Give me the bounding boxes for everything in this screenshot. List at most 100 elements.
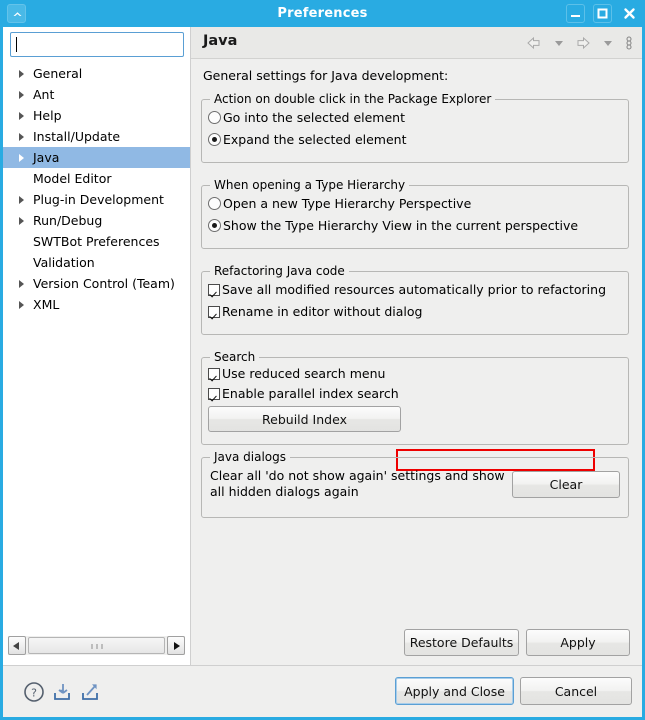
back-dropdown-icon [554, 41, 563, 46]
sidebar-item-install-update[interactable]: Install/Update [3, 126, 190, 147]
view-menu-button[interactable] [624, 34, 634, 52]
radio-show-type-hierarchy-view[interactable]: Show the Type Hierarchy View in the curr… [208, 216, 578, 235]
back-button[interactable] [525, 34, 543, 52]
chevron-right-icon[interactable] [19, 154, 24, 162]
sidebar-item-plug-in-development[interactable]: Plug-in Development [3, 189, 190, 210]
group-title: When opening a Type Hierarchy [210, 178, 410, 192]
restore-defaults-button[interactable]: Restore Defaults [404, 629, 519, 656]
sidebar-item-model-editor[interactable]: Model Editor [3, 168, 190, 189]
maximize-icon [597, 8, 608, 19]
apply-button[interactable]: Apply [526, 629, 630, 656]
group-double-click-action: Action on double click in the Package Ex… [201, 92, 629, 163]
scroll-right-icon[interactable] [167, 636, 185, 655]
sidebar-item-xml[interactable]: XML [3, 294, 190, 315]
checkbox-icon[interactable] [208, 388, 220, 400]
java-dialogs-description: Clear all 'do not show again' settings a… [210, 468, 505, 500]
checkbox-icon[interactable] [208, 306, 220, 318]
close-button[interactable] [620, 4, 639, 23]
checkbox-enable-parallel-index-search[interactable]: Enable parallel index search [208, 384, 399, 403]
sidebar: General Ant Help Install/Update Java Mod… [3, 27, 191, 665]
group-title: Action on double click in the Package Ex… [210, 92, 496, 106]
group-title: Search [210, 350, 260, 364]
sidebar-item-swtbot-preferences[interactable]: SWTBot Preferences [3, 231, 190, 252]
scrollbar-grip [90, 644, 103, 649]
sidebar-item-label: SWTBot Preferences [33, 234, 160, 249]
cancel-button[interactable]: Cancel [520, 677, 632, 705]
maximize-button[interactable] [593, 4, 613, 23]
sidebar-item-java[interactable]: Java [3, 147, 190, 168]
apply-and-close-button[interactable]: Apply and Close [395, 677, 514, 705]
sidebar-item-ant[interactable]: Ant [3, 84, 190, 105]
sidebar-item-label: XML [33, 297, 60, 312]
radio-icon[interactable] [208, 133, 221, 146]
forward-button[interactable] [574, 34, 592, 52]
rebuild-index-button[interactable]: Rebuild Index [208, 406, 401, 432]
minimize-button[interactable] [566, 4, 586, 23]
window-title: Preferences [277, 6, 368, 21]
page-header: Java [191, 27, 642, 59]
scrollbar-thumb[interactable] [28, 637, 165, 654]
radio-go-into-selected-element[interactable]: Go into the selected element [208, 108, 405, 127]
chevron-right-icon[interactable] [19, 91, 24, 99]
title-bar: Preferences [0, 0, 645, 27]
sidebar-item-version-control-team[interactable]: Version Control (Team) [3, 273, 190, 294]
chevron-right-icon[interactable] [19, 112, 24, 120]
dialog-body: General Ant Help Install/Update Java Mod… [3, 27, 642, 665]
sidebar-item-label: Java [33, 150, 60, 165]
sidebar-horizontal-scrollbar[interactable] [8, 636, 185, 655]
checkbox-icon[interactable] [208, 368, 220, 380]
group-java-dialogs: Java dialogs Clear all 'do not show agai… [201, 450, 629, 518]
checkbox-label: Rename in editor without dialog [222, 304, 423, 319]
sidebar-item-label: Model Editor [33, 171, 112, 186]
checkbox-use-reduced-search-menu[interactable]: Use reduced search menu [208, 364, 385, 383]
forward-dropdown-icon [604, 41, 613, 46]
chevron-right-icon[interactable] [19, 280, 24, 288]
svg-text:?: ? [31, 687, 37, 700]
sidebar-item-label: Plug-in Development [33, 192, 164, 207]
intro-text: General settings for Java development: [203, 68, 449, 83]
sidebar-item-label: Install/Update [33, 129, 121, 144]
export-button[interactable] [78, 680, 102, 704]
text-caret [16, 37, 17, 52]
chevron-right-icon[interactable] [19, 301, 24, 309]
search-input[interactable] [10, 32, 184, 57]
radio-icon[interactable] [208, 219, 221, 232]
group-type-hierarchy: When opening a Type Hierarchy Open a new… [201, 178, 629, 249]
forward-dropdown-button[interactable] [602, 34, 614, 52]
back-dropdown-button[interactable] [553, 34, 565, 52]
import-button[interactable] [50, 680, 74, 704]
page-title: Java [203, 33, 238, 49]
radio-open-new-type-hierarchy-perspective[interactable]: Open a new Type Hierarchy Perspective [208, 194, 471, 213]
sidebar-item-label: Help [33, 108, 62, 123]
sidebar-item-validation[interactable]: Validation [3, 252, 190, 273]
checkbox-save-all-modified-resources[interactable]: Save all modified resources automaticall… [208, 280, 606, 299]
checkbox-rename-in-editor-without-dialog[interactable]: Rename in editor without dialog [208, 302, 422, 321]
chevron-right-icon[interactable] [19, 196, 24, 204]
clear-button[interactable]: Clear [512, 471, 620, 498]
page-header-toolbar [519, 34, 634, 52]
chevron-right-icon[interactable] [19, 217, 24, 225]
export-icon [82, 684, 98, 700]
chevron-right-icon[interactable] [19, 133, 24, 141]
description-line-2: all hidden dialogs again [210, 484, 359, 499]
scroll-left-icon[interactable] [8, 636, 26, 655]
group-title: Refactoring Java code [210, 264, 349, 278]
checkbox-label: Save all modified resources automaticall… [222, 282, 607, 297]
checkbox-icon[interactable] [208, 284, 220, 296]
sidebar-item-general[interactable]: General [3, 63, 190, 84]
sidebar-item-run-debug[interactable]: Run/Debug [3, 210, 190, 231]
sidebar-item-help[interactable]: Help [3, 105, 190, 126]
radio-icon[interactable] [208, 111, 221, 124]
preferences-tree[interactable]: General Ant Help Install/Update Java Mod… [3, 63, 190, 633]
radio-icon[interactable] [208, 197, 221, 210]
radio-expand-selected-element[interactable]: Expand the selected element [208, 130, 407, 149]
help-button[interactable]: ? [22, 680, 46, 704]
checkbox-label: Enable parallel index search [222, 386, 399, 401]
radio-label: Go into the selected element [223, 110, 405, 125]
radio-label: Show the Type Hierarchy View in the curr… [223, 218, 579, 233]
sidebar-item-label: Ant [33, 87, 55, 102]
forward-arrow-icon [577, 36, 591, 50]
chevron-right-icon[interactable] [19, 70, 24, 78]
filter-field-wrapper [10, 32, 184, 57]
preferences-window: Preferences General Ant Help Install/Upd… [0, 0, 645, 720]
